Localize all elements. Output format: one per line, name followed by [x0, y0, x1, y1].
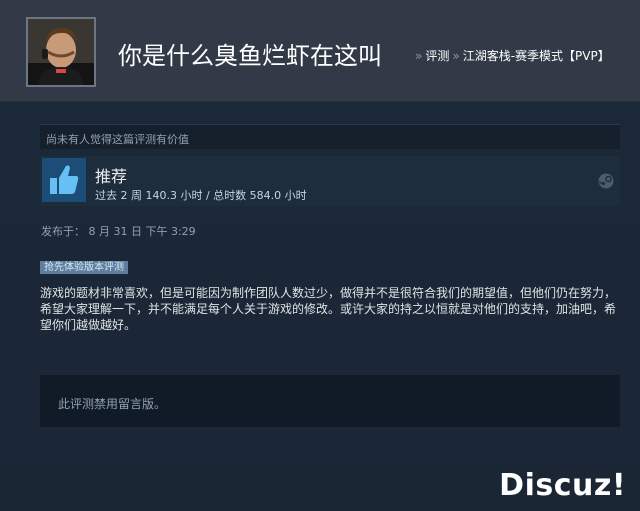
- review-title: 你是什么臭鱼烂虾在这叫: [118, 42, 382, 70]
- steam-logo-icon: [598, 173, 614, 189]
- early-access-badge: 抢先体验版本评测: [40, 261, 128, 274]
- breadcrumb-reviews-link[interactable]: 评测: [425, 49, 449, 63]
- avatar[interactable]: [26, 17, 96, 87]
- breadcrumb: » 评测» 江湖客栈-赛季模式【PVP】: [412, 47, 610, 64]
- review-body-text: 游戏的题材非常喜欢，但是可能因为制作团队人数过少，做得并不是很符合我们的期望值，…: [40, 286, 617, 332]
- review-header: 你是什么臭鱼烂虾在这叫 » 评测» 江湖客栈-赛季模式【PVP】: [0, 0, 640, 102]
- breadcrumb-separator: »: [452, 49, 460, 63]
- comments-disabled-text: 此评测禁用留言版。: [58, 397, 167, 411]
- helpful-status-bar: 尚未有人觉得这篇评测有价值: [40, 124, 620, 149]
- helpful-status-text: 尚未有人觉得这篇评测有价值: [46, 133, 189, 146]
- recommendation-box: 推荐 过去 2 周 140.3 小时 / 总时数 584.0 小时: [40, 156, 620, 206]
- breadcrumb-game-link[interactable]: 江湖客栈-赛季模式【PVP】: [463, 49, 610, 63]
- posted-date: 发布于： 8 月 31 日 下午 3:29: [41, 225, 196, 238]
- thumbs-up-icon: [42, 158, 86, 202]
- recommendation-label: 推荐: [95, 167, 128, 186]
- playtime-hours: 过去 2 周 140.3 小时 / 总时数 584.0 小时: [95, 189, 307, 202]
- comments-section: 此评测禁用留言版。: [40, 375, 620, 427]
- discuz-watermark: Discuz!: [499, 468, 626, 503]
- breadcrumb-separator: »: [415, 49, 423, 63]
